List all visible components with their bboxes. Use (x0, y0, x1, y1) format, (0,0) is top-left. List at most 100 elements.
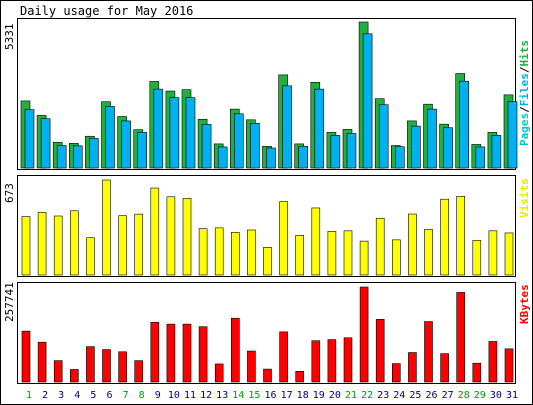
kbytes-bar-day-20 (327, 339, 337, 383)
files-bar-day-26 (427, 108, 437, 169)
visits-bar-day-13 (214, 227, 224, 276)
kbytes-bar-day-11 (182, 323, 192, 383)
files-bar-day-28 (459, 80, 470, 169)
day-label-28: 28 (458, 390, 470, 401)
legend-kbytes: KBytes (518, 284, 531, 324)
files-bar-day-17 (282, 85, 292, 169)
day-label-29: 29 (474, 390, 486, 401)
visits-bar-day-3 (53, 215, 63, 276)
visits-bar-day-10 (166, 196, 176, 276)
legend-hits: Hits (518, 40, 531, 67)
visits-bar-day-29 (472, 239, 482, 276)
visits-bar-day-4 (70, 210, 79, 276)
visits-bar-day-24 (391, 239, 401, 276)
day-label-20: 20 (329, 390, 341, 401)
kbytes-bar-day-25 (408, 352, 417, 383)
files-bar-day-12 (201, 124, 212, 169)
visits-bar-day-20 (327, 231, 337, 276)
files-bar-day-16 (266, 147, 276, 169)
kbytes-bar-day-13 (214, 363, 224, 383)
kbytes-bar-day-23 (375, 319, 385, 383)
visits-bar-day-8 (134, 213, 143, 276)
files-bar-day-6 (105, 106, 115, 169)
kbytes-bar-day-9 (150, 321, 160, 383)
kbytes-bar-day-1 (21, 330, 31, 383)
visits-bar-day-28 (456, 196, 466, 276)
files-bar-day-24 (394, 146, 405, 169)
files-bar-day-5 (89, 138, 99, 169)
files-bar-day-29 (475, 146, 486, 169)
kbytes-bar-day-3 (53, 360, 63, 383)
files-bar-day-9 (153, 88, 164, 169)
day-label-19: 19 (313, 390, 325, 401)
visits-bar-day-18 (295, 235, 305, 276)
files-bar-day-14 (234, 113, 244, 169)
kbytes-bar-day-8 (134, 360, 143, 383)
visits-bar-day-12 (198, 228, 208, 276)
day-label-14: 14 (232, 390, 244, 401)
visits-bar-day-19 (311, 207, 321, 276)
day-label-8: 8 (139, 390, 145, 401)
visits-bar-day-11 (182, 198, 192, 276)
files-bar-day-1 (24, 109, 35, 169)
files-bar-day-13 (217, 146, 228, 169)
files-bar-day-21 (346, 133, 357, 169)
kbytes-bar-day-6 (102, 349, 111, 383)
day-label-18: 18 (297, 390, 309, 401)
visits-bar-day-23 (375, 217, 385, 276)
day-label-6: 6 (106, 390, 112, 401)
files-bar-day-7 (121, 120, 131, 169)
day-label-25: 25 (409, 390, 421, 401)
kbytes-bar-day-7 (118, 351, 127, 383)
usage-chart-svg: Daily usage for May 2016 5331 673 257741… (0, 0, 533, 405)
files-bar-day-20 (330, 135, 341, 169)
kbytes-bar-day-5 (86, 346, 95, 383)
day-label-11: 11 (184, 390, 196, 401)
kbytes-bar-day-22 (359, 286, 369, 383)
visits-bar-day-26 (424, 229, 433, 276)
files-bar-day-25 (411, 125, 421, 169)
kbytes-bar-day-24 (391, 363, 401, 383)
visits-ymax-label: 673 (3, 183, 16, 203)
visits-bar-day-30 (488, 230, 498, 276)
kbytes-bar-day-21 (343, 337, 353, 383)
files-bar-day-2 (40, 118, 51, 169)
visits-bar-day-17 (279, 201, 288, 276)
visits-bar-day-1 (21, 216, 31, 276)
kbytes-bar-day-29 (472, 362, 482, 383)
day-label-2: 2 (42, 390, 48, 401)
usage-graph: Daily usage for May 2016 5331 673 257741… (0, 0, 533, 405)
day-label-3: 3 (58, 390, 64, 401)
kbytes-bar-day-18 (295, 371, 305, 383)
kbytes-bar-day-31 (504, 348, 514, 383)
day-label-30: 30 (490, 390, 502, 401)
day-label-27: 27 (442, 390, 454, 401)
day-label-5: 5 (90, 390, 96, 401)
visits-bar-day-31 (504, 232, 514, 276)
files-bar-day-23 (378, 104, 389, 169)
day-label-23: 23 (377, 390, 389, 401)
day-label-17: 17 (281, 390, 293, 401)
visits-bar-day-16 (263, 247, 272, 276)
kbytes-bar-day-26 (424, 321, 433, 383)
files-bar-day-19 (314, 88, 325, 169)
kbytes-bar-day-4 (70, 369, 79, 383)
visits-bar-day-9 (150, 187, 160, 276)
files-bar-day-31 (507, 101, 518, 169)
files-bar-day-3 (56, 145, 67, 169)
visits-bar-day-5 (86, 237, 95, 276)
visits-bar-day-22 (359, 240, 369, 276)
day-label-16: 16 (264, 390, 276, 401)
files-bar-day-11 (185, 97, 196, 169)
visits-bar-day-6 (102, 179, 111, 276)
kbytes-bar-day-27 (440, 353, 449, 383)
day-label-12: 12 (200, 390, 212, 401)
kbytes-ymax-label: 257741 (3, 282, 16, 322)
visits-bar-day-7 (118, 215, 127, 276)
kbytes-bar-day-2 (37, 341, 47, 383)
kbytes-bar-day-14 (231, 317, 240, 383)
kbytes-bar-day-15 (247, 350, 256, 383)
visits-bar-day-27 (440, 198, 449, 276)
legend-hits-files-pages: Pages/Files/Hits (518, 40, 531, 146)
kbytes-bar-day-28 (456, 292, 466, 383)
